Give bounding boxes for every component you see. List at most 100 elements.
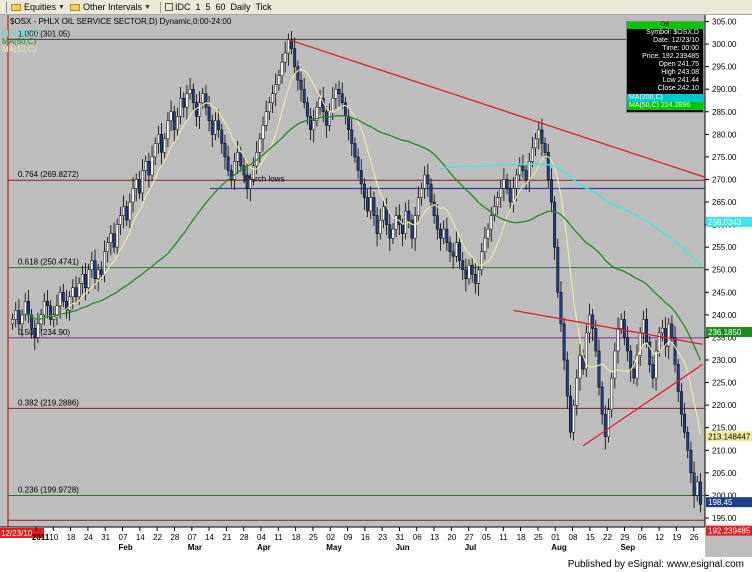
price-tick-label: 300.00 xyxy=(712,40,737,49)
toolbar-grip[interactable] xyxy=(2,1,7,13)
candle-body xyxy=(505,179,509,189)
publisher-credit: Published by eSignal: www.esignal.com xyxy=(567,559,744,570)
price-tick-label: 275.00 xyxy=(712,153,737,162)
candle-body xyxy=(530,147,534,162)
candle-body xyxy=(236,152,240,162)
candle-body xyxy=(429,183,433,203)
candle-body xyxy=(489,215,493,230)
other-intervals-label: Other Intervals xyxy=(82,2,142,12)
candle-body xyxy=(220,129,224,144)
info-line: Time: 00:00 xyxy=(662,45,699,52)
time-tick-label: 31 xyxy=(101,533,110,542)
candle-body xyxy=(477,269,480,284)
price-tick-label: 245.00 xyxy=(712,288,737,297)
candle-body xyxy=(404,210,408,234)
candle-body xyxy=(45,301,49,307)
candle-body xyxy=(55,305,59,316)
time-tick-label: 09 xyxy=(344,533,353,542)
candle-body xyxy=(578,355,582,379)
time-tick-label: 06 xyxy=(413,533,422,542)
time-tick-label: 27 xyxy=(465,533,474,542)
candle-body xyxy=(299,79,303,90)
month-label: Mar xyxy=(188,543,202,552)
price-tick-label: 270.00 xyxy=(712,175,737,184)
time-tick-label: 05 xyxy=(482,533,491,542)
candle-body xyxy=(213,120,217,135)
candle-body xyxy=(118,215,122,225)
candle-body xyxy=(372,197,376,216)
candle-body xyxy=(483,237,487,252)
candle-body xyxy=(692,472,696,496)
time-tick-label: 11 xyxy=(499,533,508,542)
candle-body xyxy=(309,116,312,131)
candle-body xyxy=(166,120,170,140)
candle-body xyxy=(223,143,227,158)
price-tick-label: 250.00 xyxy=(712,266,737,275)
candle-body xyxy=(156,134,160,144)
info-ma-line: MA(200,C) xyxy=(627,94,703,102)
price-tick-label: 195.00 xyxy=(712,514,737,523)
candle-body xyxy=(435,215,439,230)
candle-body xyxy=(496,197,500,207)
other-intervals-menu[interactable]: Other Intervals ▼ xyxy=(69,2,151,12)
candle-body xyxy=(442,228,446,239)
candle-body xyxy=(486,228,490,239)
candle-body xyxy=(508,188,512,203)
time-tick-label: 31 xyxy=(395,533,404,542)
candle-body xyxy=(597,350,601,388)
interval-60-button[interactable]: 60 xyxy=(215,2,225,12)
candle-body xyxy=(58,292,62,307)
candle-body xyxy=(416,197,420,216)
candle-body xyxy=(556,246,560,293)
interval-idc-button[interactable]: IDC xyxy=(164,2,190,12)
candle-body xyxy=(401,224,404,234)
candle-body xyxy=(679,391,683,415)
interval-5-label: 5 xyxy=(205,2,211,12)
candle-body xyxy=(258,138,262,153)
fib-level-label: 0.764 (269.8272) xyxy=(18,170,79,179)
month-label: Sep xyxy=(620,543,635,552)
time-tick-label: 22 xyxy=(603,533,612,542)
candle-body xyxy=(616,328,620,352)
candle-body xyxy=(261,125,265,140)
candle-body xyxy=(461,260,465,270)
interval-daily-button[interactable]: Daily xyxy=(230,2,250,12)
interval-1-button[interactable]: 1 xyxy=(195,2,200,12)
info-header: OK xyxy=(627,22,703,29)
interval-5-button[interactable]: 5 xyxy=(205,2,210,12)
price-tag-label: 213.148447 xyxy=(708,432,751,441)
interval-tick-button[interactable]: Tick xyxy=(256,2,272,12)
candle-body xyxy=(511,188,515,203)
price-tag-label: 268.0343 xyxy=(708,218,742,227)
candle-body xyxy=(90,260,94,270)
candle-body xyxy=(378,219,382,234)
candle-body xyxy=(160,134,164,153)
candle-body xyxy=(572,404,576,433)
candle-body xyxy=(20,314,24,325)
candle-body xyxy=(537,129,541,140)
candle-body xyxy=(115,224,119,248)
fib-level-label: 0.500 (234.90) xyxy=(18,328,70,337)
time-tick-label: 20 xyxy=(447,533,456,542)
price-tick-label: 285.00 xyxy=(712,108,737,117)
candle-body xyxy=(144,161,148,171)
equities-menu[interactable]: Equities ▼ xyxy=(11,2,65,12)
info-line: Price: 192.239485 xyxy=(642,53,699,60)
price-chart[interactable]: 305.00 300.00 295.00 290.00 285.00 280.00 275.… xyxy=(0,15,752,557)
candle-body xyxy=(68,296,72,311)
candle-body xyxy=(657,332,661,352)
candle-body xyxy=(334,88,338,99)
candle-body xyxy=(226,156,230,171)
info-line: High 243.08 xyxy=(661,69,699,76)
price-tag-label: 236.1850 xyxy=(708,328,742,337)
candle-body xyxy=(302,88,306,104)
candle-body xyxy=(451,251,455,257)
time-tick-label: 13 xyxy=(430,533,439,542)
candle-body xyxy=(385,206,389,225)
candle-body xyxy=(388,224,392,239)
time-tick-label: 24 xyxy=(84,533,93,542)
candle-body xyxy=(432,201,436,216)
candle-body xyxy=(61,292,65,302)
candle-body xyxy=(366,197,370,212)
candle-body xyxy=(239,152,243,167)
